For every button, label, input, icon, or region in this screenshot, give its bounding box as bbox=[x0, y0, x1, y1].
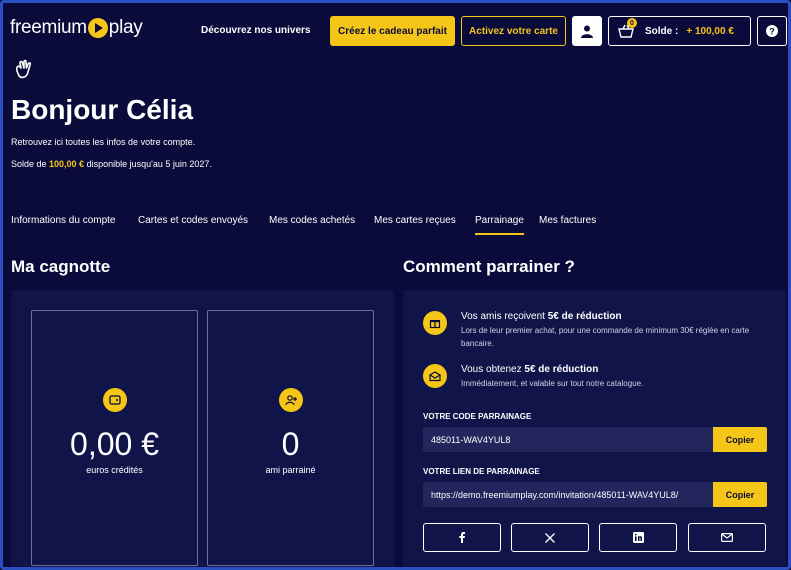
share-linkedin-button[interactable] bbox=[599, 523, 677, 552]
parrainage-title: Comment parrainer ? bbox=[403, 257, 575, 276]
envelope-open-icon bbox=[423, 364, 447, 388]
logo-text-right: play bbox=[108, 17, 143, 38]
facebook-icon bbox=[459, 532, 465, 543]
copy-link-button[interactable]: Copier bbox=[713, 482, 767, 507]
solde-cart-button[interactable]: 0 Solde : + 100,00 € bbox=[608, 16, 751, 46]
copy-code-button[interactable]: Copier bbox=[713, 427, 767, 452]
tab-mes-factures[interactable]: Mes factures bbox=[539, 215, 596, 226]
help-icon: ? bbox=[766, 25, 778, 37]
tab-cartes-codes-envoyes[interactable]: Cartes et codes envoyés bbox=[138, 215, 248, 226]
page-frame: freemium play Découvrez nos univers Crée… bbox=[0, 0, 791, 570]
help-button[interactable]: ? bbox=[757, 16, 787, 46]
user-icon bbox=[581, 25, 593, 38]
info1-title-bold: 5€ de réduction bbox=[547, 311, 622, 322]
referral-link-field[interactable]: https://demo.freemiumplay.com/invitation… bbox=[423, 482, 713, 507]
share-x-button[interactable] bbox=[511, 523, 589, 552]
solde-info: Solde de 100,00 € disponible jusqu'au 5 … bbox=[11, 159, 212, 169]
code-label: VOTRE CODE PARRAINAGE bbox=[423, 412, 532, 421]
logo[interactable]: freemium play bbox=[10, 17, 143, 39]
create-gift-button[interactable]: Créez le cadeau parfait bbox=[330, 16, 455, 46]
solde-suffix: disponible jusqu'au 5 juin 2027. bbox=[84, 159, 212, 169]
friends-card: 0 ami parrainé bbox=[207, 310, 374, 566]
user-account-button[interactable] bbox=[572, 16, 602, 46]
credits-value: 0,00 € bbox=[70, 426, 159, 462]
waving-hand-icon bbox=[15, 59, 32, 79]
info1-title: Vos amis reçoivent 5€ de réduction bbox=[461, 311, 771, 322]
friends-value: 0 bbox=[281, 426, 300, 462]
play-icon bbox=[87, 18, 108, 38]
nav-univers-link[interactable]: Découvrez nos univers bbox=[201, 25, 310, 36]
solde-prefix: Solde de bbox=[11, 159, 50, 169]
code-row: 485011-WAV4YUL8 Copier bbox=[423, 427, 767, 452]
solde-amount-highlight: 100,00 € bbox=[49, 159, 85, 169]
info-you-discount: Vous obtenez 5€ de réduction Immédiateme… bbox=[423, 364, 771, 390]
link-label: VOTRE LIEN DE PARRAINAGE bbox=[423, 467, 540, 476]
info1-description: Lors de leur premier achat, pour une com… bbox=[461, 326, 750, 348]
tab-mes-codes-achetes[interactable]: Mes codes achetés bbox=[269, 215, 355, 226]
info2-title-prefix: Vous obtenez bbox=[461, 364, 525, 375]
friends-label: ami parrainé bbox=[265, 465, 316, 475]
linkedin-icon bbox=[632, 532, 644, 543]
cagnotte-title: Ma cagnotte bbox=[11, 257, 111, 276]
svg-text:?: ? bbox=[769, 26, 775, 36]
gift-icon bbox=[423, 311, 447, 335]
page-title: Bonjour Célia bbox=[11, 94, 194, 125]
credits-card: 0,00 € euros crédités bbox=[31, 310, 198, 566]
intro-text: Retrouvez ici toutes les infos de votre … bbox=[11, 137, 196, 147]
cart-count-badge: 0 bbox=[627, 18, 637, 28]
info1-title-prefix: Vos amis reçoivent bbox=[461, 311, 548, 322]
referral-code-field[interactable]: 485011-WAV4YUL8 bbox=[423, 427, 713, 452]
info2-title: Vous obtenez 5€ de réduction bbox=[461, 364, 771, 375]
basket-icon: 0 bbox=[617, 18, 637, 40]
tab-mes-cartes-recues[interactable]: Mes cartes reçues bbox=[374, 215, 456, 226]
x-icon bbox=[545, 532, 555, 543]
info2-title-bold: 5€ de réduction bbox=[524, 364, 599, 375]
info2-description: Immédiatement, et valable sur tout notre… bbox=[461, 379, 644, 388]
share-facebook-button[interactable] bbox=[423, 523, 501, 552]
info-friends-discount: Vos amis reçoivent 5€ de réduction Lors … bbox=[423, 311, 771, 350]
wallet-icon bbox=[102, 388, 127, 412]
activate-card-button[interactable]: Activez votre carte bbox=[461, 16, 566, 46]
email-icon bbox=[721, 533, 733, 542]
credits-label: euros crédités bbox=[86, 465, 143, 475]
link-row: https://demo.freemiumplay.com/invitation… bbox=[423, 482, 767, 507]
tab-parrainage[interactable]: Parrainage bbox=[475, 215, 524, 235]
tab-informations-compte[interactable]: Informations du compte bbox=[11, 215, 116, 226]
solde-amount: + 100,00 € bbox=[686, 25, 734, 37]
share-email-button[interactable] bbox=[688, 523, 766, 552]
solde-label: Solde : bbox=[645, 25, 679, 37]
logo-text-left: freemium bbox=[10, 17, 87, 38]
add-friend-icon bbox=[278, 388, 303, 412]
